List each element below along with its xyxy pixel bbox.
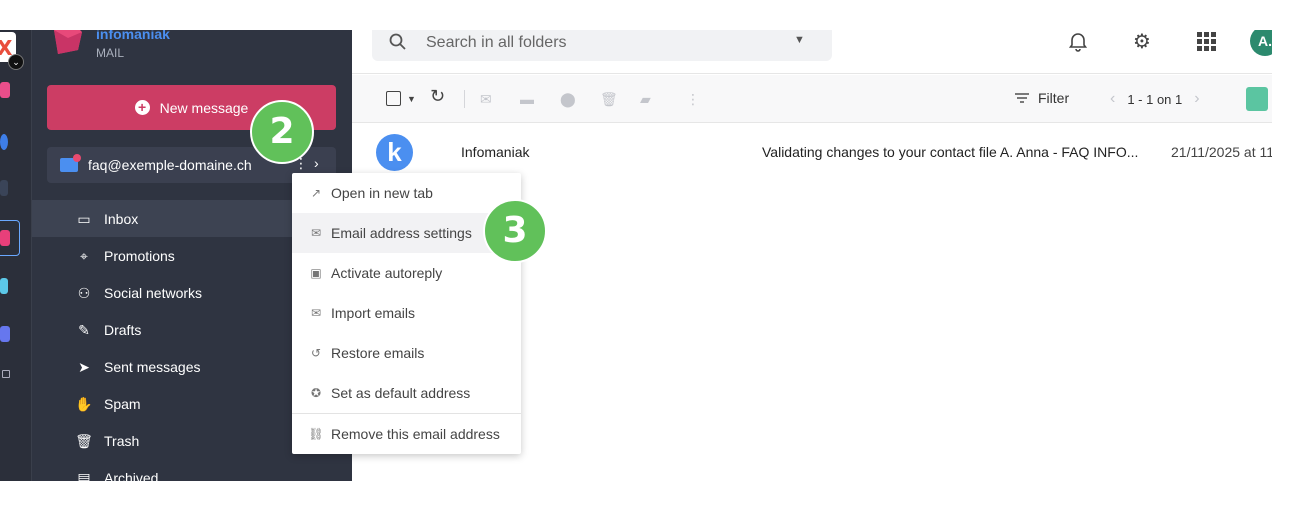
- unread-dot: [73, 154, 81, 162]
- menu-item-import-emails[interactable]: ✉ Import emails: [292, 293, 521, 333]
- move-folder-icon[interactable]: ▰: [640, 89, 651, 109]
- archive-icon[interactable]: ▬: [520, 89, 534, 109]
- unlink-icon: ⛓: [308, 427, 324, 441]
- folder-label: Social networks: [104, 284, 203, 301]
- import-mail-icon: ✉: [310, 306, 322, 320]
- pagination: ‹ 1 - 1 on 1 ›: [1110, 90, 1200, 108]
- toolbar-divider: [464, 90, 465, 108]
- search-icon: [389, 33, 406, 50]
- trash-icon[interactable]: 🗑: [600, 89, 618, 109]
- menu-item-restore-emails[interactable]: ↺ Restore emails: [292, 333, 521, 373]
- inbox-icon: ▭: [77, 210, 91, 227]
- chevron-right-icon[interactable]: ›: [314, 155, 319, 171]
- award-icon: ✪: [310, 386, 322, 400]
- search-options-icon[interactable]: ▼: [794, 34, 805, 46]
- brand-product: MAIL: [96, 46, 125, 60]
- brand-name: infomaniak: [96, 30, 170, 42]
- calendar-icon[interactable]: [0, 180, 8, 196]
- folder-label: Promotions: [104, 247, 175, 264]
- menu-item-label: Import emails: [331, 305, 416, 321]
- folder-label: Archived: [104, 469, 159, 482]
- tag-icon: ⌖: [80, 247, 88, 264]
- folder-archived[interactable]: ▤ Archived: [32, 459, 352, 482]
- menu-item-label: Open in new tab: [331, 185, 433, 201]
- drive-icon[interactable]: [0, 134, 8, 150]
- kchat-icon[interactable]: [0, 326, 10, 342]
- gear-icon[interactable]: ⚙: [1130, 30, 1154, 54]
- plus-icon: +: [134, 100, 150, 115]
- step-3-badge: 3: [483, 199, 547, 263]
- mail-brand-icon: [54, 30, 82, 54]
- message-date: 21/11/2025 at 11:: [1171, 144, 1272, 160]
- archive-icon: ▤: [77, 469, 91, 482]
- search-placeholder: Search in all folders: [426, 34, 567, 51]
- spam-icon[interactable]: ⬤: [560, 89, 576, 109]
- people-icon: ⚇: [77, 284, 91, 301]
- menu-item-label: Remove this email address: [331, 426, 500, 442]
- menu-item-open-new-tab[interactable]: ↗ Open in new tab: [292, 173, 521, 213]
- folder-label: Drafts: [104, 321, 142, 338]
- chevron-down-icon[interactable]: ⌄: [8, 54, 24, 70]
- chevron-right-icon[interactable]: ›: [1194, 90, 1199, 108]
- message-subject: Validating changes to your contact file …: [762, 144, 1139, 160]
- select-all-checkbox[interactable]: [386, 91, 401, 106]
- menu-item-label: Activate autoreply: [331, 265, 443, 281]
- send-icon: ➤: [78, 358, 90, 375]
- filter-button[interactable]: Filter: [1014, 90, 1069, 106]
- refresh-icon[interactable]: ↻: [430, 86, 445, 106]
- menu-item-set-default-address[interactable]: ✪ Set as default address: [292, 373, 521, 413]
- menu-item-label: Email address settings: [331, 225, 472, 241]
- add-app-icon[interactable]: [2, 370, 10, 378]
- top-bar: Search in all folders ▼ ⚙ A.: [352, 30, 1272, 74]
- bell-icon[interactable]: [1066, 30, 1090, 54]
- mail-app-window: X ⌄ infomaniak MAIL + New message faq@ex…: [0, 30, 1272, 481]
- search-input[interactable]: Search in all folders ▼: [372, 30, 832, 61]
- menu-item-label: Restore emails: [331, 345, 425, 361]
- folder-label: Trash: [104, 432, 140, 449]
- app-rail: X ⌄: [0, 30, 32, 481]
- chevron-down-icon[interactable]: ▼: [407, 89, 416, 109]
- mark-read-icon[interactable]: ✉: [480, 89, 492, 109]
- account-address: faq@exemple-domaine.ch: [88, 157, 252, 173]
- folder-label: Spam: [104, 395, 141, 412]
- pager-text: 1 - 1 on 1: [1127, 91, 1183, 107]
- hand-icon: ✋: [75, 395, 93, 412]
- home-icon[interactable]: [0, 82, 10, 98]
- message-sender: Infomaniak: [461, 144, 530, 160]
- apps-grid-icon[interactable]: [1194, 30, 1218, 54]
- mail-app-icon[interactable]: [0, 230, 10, 246]
- step-2-badge: 2: [250, 100, 314, 164]
- restore-icon: ↺: [310, 346, 322, 360]
- new-message-label: New message: [159, 99, 249, 116]
- kdrive-icon[interactable]: [0, 278, 8, 294]
- mail-settings-icon: ✉: [310, 226, 322, 240]
- message-toolbar: ▼ ↻ ✉ ▬ ⬤ 🗑 ▰ ⋮ Filter ‹ 1 - 1 on 1 ›: [352, 75, 1272, 123]
- folder-label: Inbox: [104, 210, 139, 227]
- sender-avatar: k: [376, 134, 413, 171]
- menu-item-activate-autoreply[interactable]: ▣ Activate autoreply: [292, 253, 521, 293]
- avatar[interactable]: A.: [1250, 30, 1272, 56]
- chevron-left-icon[interactable]: ‹: [1110, 90, 1115, 108]
- security-shield-icon[interactable]: [1246, 87, 1268, 111]
- filter-icon: [1015, 93, 1029, 103]
- trash-icon: 🗑: [75, 432, 93, 449]
- draft-icon: ✎: [78, 321, 90, 338]
- menu-item-label: Set as default address: [331, 385, 471, 401]
- autoreply-icon: ▣: [310, 266, 322, 280]
- external-link-icon: ↗: [310, 186, 322, 200]
- folder-label: Sent messages: [104, 358, 201, 375]
- menu-item-remove-email-address[interactable]: ⛓ Remove this email address: [292, 414, 521, 454]
- more-options-icon[interactable]: ⋮: [686, 89, 700, 109]
- filter-label: Filter: [1038, 90, 1070, 106]
